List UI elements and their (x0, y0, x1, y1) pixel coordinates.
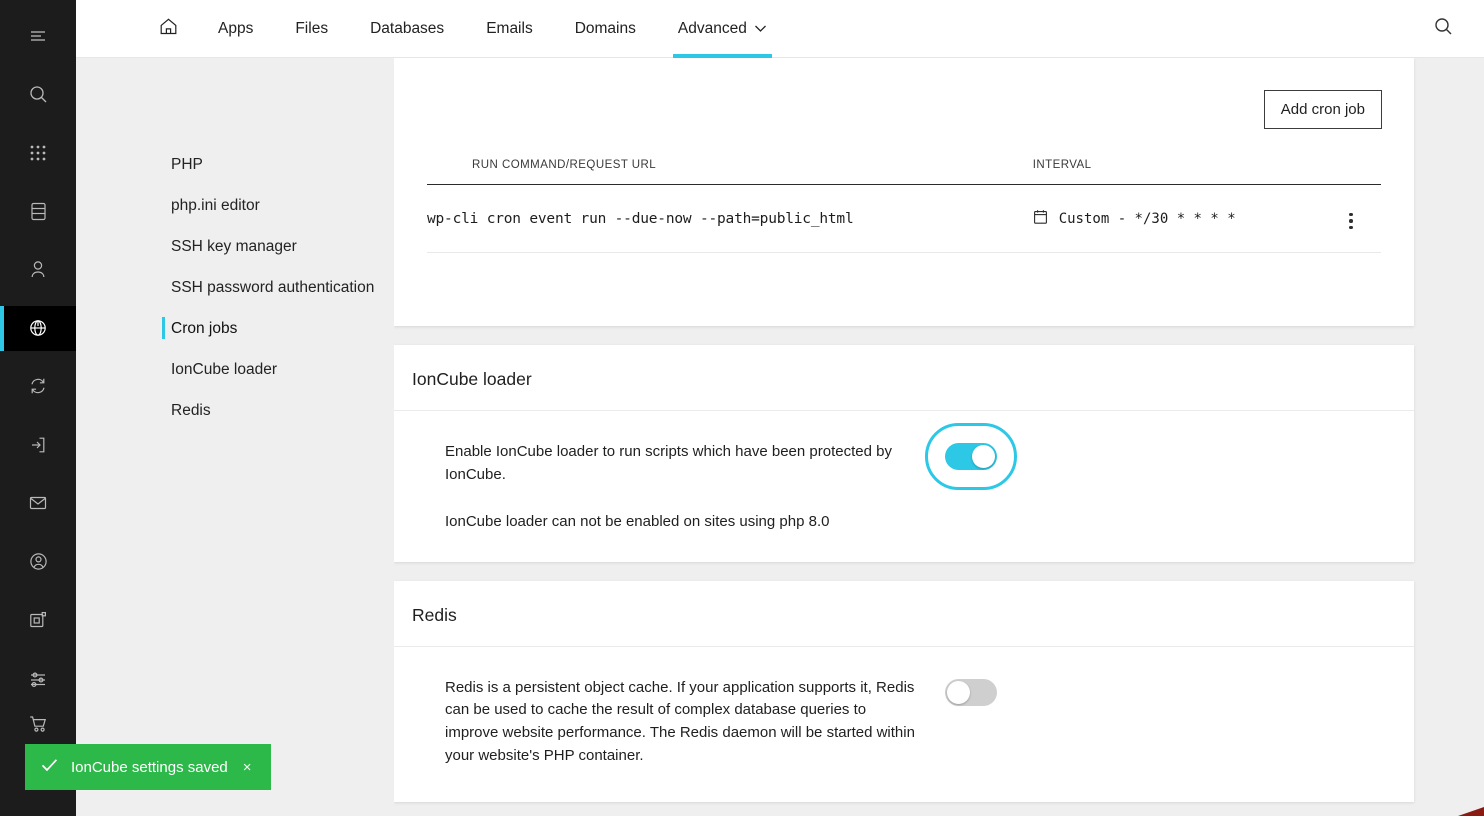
redis-toggle-row: Redis is a persistent object cache. If y… (412, 647, 1396, 802)
rail-item-websites[interactable] (0, 306, 76, 351)
ioncube-loader-card: IonCube loader Enable IonCube loader to … (394, 345, 1414, 562)
sidebar-item-redis[interactable]: Redis (76, 390, 394, 431)
user-icon (28, 259, 48, 280)
cron-jobs-card: Add cron job RUN COMMAND/REQUEST URL INT… (394, 58, 1414, 326)
nav-item-files[interactable]: Files (274, 0, 349, 58)
check-icon (41, 758, 58, 776)
toast-close-button[interactable]: × (241, 759, 254, 776)
top-search-button[interactable] (1402, 0, 1484, 58)
nav-item-advanced[interactable]: Advanced (657, 0, 788, 58)
top-nav-items: Apps Files Databases Emails Domains Adva… (76, 0, 788, 58)
nav-label: Files (295, 20, 328, 38)
table-row: wp-cli cron event run --due-now --path=p… (427, 185, 1381, 253)
kebab-menu-icon[interactable] (1339, 209, 1363, 234)
redis-description: Redis is a persistent object cache. If y… (445, 677, 915, 768)
rail-item-servers[interactable] (0, 189, 76, 234)
nav-label: Domains (575, 20, 636, 38)
rail-item-dashboard[interactable] (0, 598, 76, 643)
chevron-down-icon (754, 20, 767, 38)
login-arrow-icon (28, 435, 48, 455)
cron-command-cell: wp-cli cron event run --due-now --path=p… (427, 185, 1033, 253)
ioncube-toggle[interactable] (945, 443, 997, 470)
redis-toggle-slot (945, 677, 997, 711)
nav-item-apps[interactable]: Apps (197, 0, 274, 58)
nav-label: Emails (486, 20, 533, 38)
add-cron-job-button[interactable]: Add cron job (1264, 90, 1382, 129)
home-icon (158, 16, 179, 42)
rail-item-cart[interactable] (0, 701, 76, 746)
ioncube-note: IonCube loader can not be enabled on sit… (412, 487, 1396, 562)
rail-item-apps[interactable] (0, 130, 76, 175)
rail-item-settings[interactable] (0, 656, 76, 701)
ioncube-toggle-slot (945, 441, 997, 475)
cron-jobs-table: RUN COMMAND/REQUEST URL INTERVAL wp-cli … (427, 159, 1381, 253)
rail-item-emails[interactable] (0, 481, 76, 526)
rail-item-profile[interactable] (0, 539, 76, 584)
column-header-interval: INTERVAL (1033, 159, 1321, 185)
sidebar-item-ioncube-loader[interactable]: IonCube loader (76, 349, 394, 390)
dashboard-widget-icon (28, 610, 48, 630)
cart-icon (28, 714, 49, 734)
mail-icon (28, 494, 48, 512)
nav-item-domains[interactable]: Domains (554, 0, 657, 58)
sliders-icon (28, 669, 48, 689)
rail-item-account[interactable] (0, 247, 76, 292)
cron-row-actions-cell (1321, 185, 1381, 253)
ioncube-toggle-row: Enable IonCube loader to run scripts whi… (412, 411, 1396, 487)
rail-item-menu[interactable] (0, 13, 76, 58)
sidebar-item-ssh-key-manager[interactable]: SSH key manager (76, 226, 394, 267)
sidebar-item-cron-jobs[interactable]: Cron jobs (76, 308, 394, 349)
search-icon (1433, 16, 1454, 42)
nav-label: Apps (218, 20, 253, 38)
left-icon-rail (0, 0, 76, 816)
ioncube-card-title: IonCube loader (394, 345, 1414, 411)
sidebar-item-label: PHP (171, 156, 203, 174)
sidebar-item-label: SSH key manager (171, 238, 297, 256)
sidebar-item-label: Cron jobs (171, 320, 237, 338)
table-header-row: RUN COMMAND/REQUEST URL INTERVAL (427, 159, 1381, 185)
redis-card-body: Redis is a persistent object cache. If y… (394, 647, 1414, 802)
sidebar-item-label: php.ini editor (171, 197, 260, 215)
column-header-command: RUN COMMAND/REQUEST URL (427, 159, 1033, 185)
redis-card: Redis Redis is a persistent object cache… (394, 581, 1414, 802)
menu-icon (28, 26, 48, 46)
user-circle-icon (28, 551, 49, 572)
cron-interval-text: Custom - */30 * * * * (1059, 211, 1236, 227)
cron-interval-cell: Custom - */30 * * * * (1033, 185, 1321, 253)
sidebar-item-ssh-password-authentication[interactable]: SSH password authentication (76, 267, 394, 308)
nav-label: Databases (370, 20, 444, 38)
nav-item-emails[interactable]: Emails (465, 0, 554, 58)
top-navigation-bar: Apps Files Databases Emails Domains Adva… (76, 0, 1484, 58)
search-icon (28, 84, 49, 105)
sidebar-item-label: IonCube loader (171, 361, 277, 379)
nav-item-home[interactable] (76, 0, 197, 58)
status-toast: IonCube settings saved × (25, 744, 271, 790)
cron-toolbar: Add cron job (394, 58, 1414, 129)
sidebar-item-label: Redis (171, 402, 211, 420)
redis-toggle[interactable] (945, 679, 997, 706)
redis-card-title: Redis (394, 581, 1414, 647)
main-content: Add cron job RUN COMMAND/REQUEST URL INT… (394, 58, 1484, 816)
rail-item-backups[interactable] (0, 364, 76, 409)
sidebar-item-php-ini-editor[interactable]: php.ini editor (76, 185, 394, 226)
sidebar-item-label: SSH password authentication (171, 279, 374, 297)
ioncube-card-body: Enable IonCube loader to run scripts whi… (394, 411, 1414, 562)
apps-grid-icon (28, 143, 48, 163)
rail-item-search[interactable] (0, 72, 76, 117)
column-header-actions (1321, 159, 1381, 185)
ioncube-description: Enable IonCube loader to run scripts whi… (445, 441, 915, 487)
calendar-icon (1033, 209, 1048, 229)
nav-label: Advanced (678, 20, 747, 38)
server-icon (29, 201, 48, 222)
sidebar-item-php[interactable]: PHP (76, 144, 394, 185)
sync-icon (28, 376, 48, 396)
globe-icon (27, 317, 49, 339)
rail-item-login[interactable] (0, 422, 76, 467)
nav-item-databases[interactable]: Databases (349, 0, 465, 58)
toast-message: IonCube settings saved (71, 759, 228, 776)
advanced-section-nav: PHP php.ini editor SSH key manager SSH p… (76, 58, 394, 816)
